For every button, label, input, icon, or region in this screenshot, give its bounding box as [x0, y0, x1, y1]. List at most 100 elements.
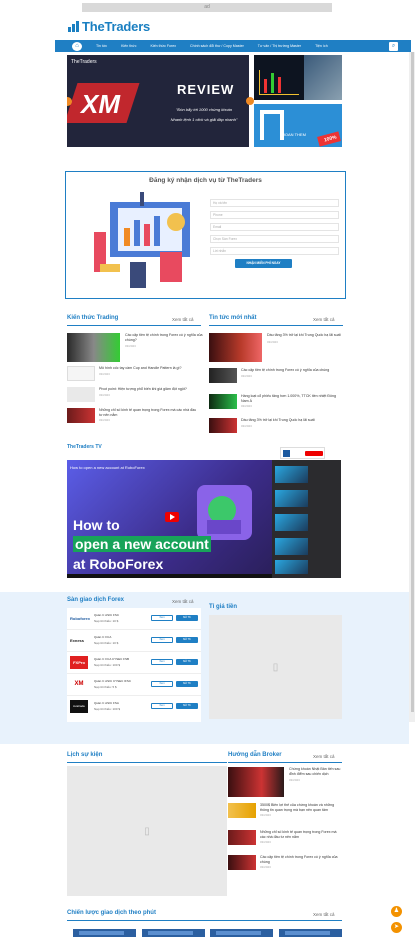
register-form: Đăng ký nhận dịch vụ từ TheTraders Họ và…: [65, 171, 346, 299]
playlist-item[interactable]: [275, 514, 308, 531]
article-title: Chứng khoán Nhật Bản tiến sau đỉnh điểm …: [289, 767, 341, 776]
article-title: Những chỉ số kinh tế quan trọng trong Fo…: [99, 408, 197, 417]
event-calendar-widget[interactable]: ▯: [67, 766, 227, 896]
list-item[interactable]: Các cặp tiền tệ chính trong Forex có ý n…: [228, 855, 342, 870]
article-thumbnail: [228, 830, 256, 845]
video-progress-bar[interactable]: [67, 574, 272, 578]
playlist-item[interactable]: [275, 560, 308, 574]
open-account-button[interactable]: Mở TK: [176, 615, 198, 621]
chat-icon[interactable]: ♟: [391, 906, 402, 917]
knowledge-featured[interactable]: Các cặp tiền tệ chính trong Forex có ý n…: [67, 333, 205, 362]
nav-item-forex-knowledge[interactable]: Kiến thức Forex: [150, 44, 176, 48]
submit-button[interactable]: NHẬN MIỄN PHÍ NGAY: [235, 259, 292, 268]
home-icon[interactable]: ⌂: [72, 41, 82, 51]
side-banner-chart[interactable]: [254, 55, 342, 100]
broker-row[interactable]: FXPro Quản lí: FCA CYSEC FSB Nạp tối thiểu…: [67, 652, 201, 674]
review-button[interactable]: Xem: [151, 615, 173, 621]
banner-quote-1: "Đòn bẩy tới 1000 chứng khoán: [175, 107, 233, 112]
article-date: 03/2023: [99, 392, 110, 397]
page-scrollbar[interactable]: [409, 52, 415, 722]
review-button[interactable]: Xem: [151, 659, 173, 665]
nav-item-tools[interactable]: Tiện ích: [315, 44, 328, 48]
broker-min: Nạp tối thiểu: 10 $: [94, 641, 119, 645]
list-item[interactable]: Pivot point: Hiện tượng phổ biến khi giá…: [67, 387, 197, 402]
list-item[interactable]: 3500$ Biên lợi thế của chứng khoán và nh…: [228, 803, 342, 818]
logo-bars-icon: [68, 21, 79, 32]
playlist-item[interactable]: [275, 466, 308, 483]
article-thumbnail: [209, 394, 237, 409]
broker-row[interactable]: Roboforex Quản lí: ASIC FSC Nạp tối thiểu:…: [67, 608, 201, 630]
list-item[interactable]: Hàng loạt cổ phiếu tăng hơn 1.000%, TTCK…: [209, 394, 339, 409]
tv-title: TheTraders TV: [67, 444, 102, 450]
hero-banner[interactable]: TheTraders XM REVIEW "Đòn bẩy tới 1000 c…: [67, 55, 249, 147]
list-item[interactable]: Những chỉ số kinh tế quan trọng trong Fo…: [228, 830, 342, 845]
article-title: Các cặp tiền tệ chính trong Forex có ý n…: [125, 333, 203, 342]
message-input[interactable]: Lời nhắn: [210, 247, 339, 255]
strategy-see-all[interactable]: Xem tất cả: [313, 912, 335, 917]
article-title: Dầu tăng 3% trở lại khi Trung Quốc hạ lã…: [241, 418, 315, 422]
playlist-item[interactable]: [275, 490, 308, 507]
strategy-card[interactable]: [73, 929, 136, 937]
register-illustration: [94, 192, 190, 288]
open-account-button[interactable]: Mở TK: [176, 681, 198, 687]
open-account-button[interactable]: Mở TK: [176, 659, 198, 665]
search-icon[interactable]: ⌕: [389, 41, 398, 51]
nav-item-news[interactable]: Tin tức: [96, 44, 107, 48]
forex-title: Sàn giao dịch Forex: [67, 597, 125, 603]
phone-input[interactable]: Phone: [210, 211, 339, 219]
article-title: Các cặp tiền tệ chính trong Forex có ý n…: [260, 855, 338, 864]
youtube-subscribe-button[interactable]: [305, 451, 323, 456]
site-logo[interactable]: TheTraders: [68, 19, 150, 34]
nav-item-policy[interactable]: Chính sách đổi thư / Copy Master: [190, 44, 244, 48]
list-item[interactable]: Mô hình cốc tay cầm Cup and Handle Patte…: [67, 366, 197, 381]
guide-featured[interactable]: Chứng khoán Nhật Bản tiến sau đỉnh điểm …: [228, 767, 344, 797]
list-item[interactable]: Những chỉ số kinh tế quan trọng trong Fo…: [67, 408, 197, 423]
news-see-all[interactable]: Xem tất cả: [313, 317, 335, 322]
article-title: Những chỉ số kinh tế quan trọng trong Fo…: [260, 830, 337, 839]
playlist-item[interactable]: [275, 538, 308, 555]
name-input[interactable]: Họ và tên: [210, 199, 339, 207]
article-date: 03/2023: [267, 339, 278, 344]
slider-next-icon[interactable]: [246, 97, 254, 105]
nav-item-market[interactable]: Tư vấn / Thị trường Master: [258, 44, 301, 48]
article-thumbnail: [209, 333, 262, 362]
article-title: Mô hình cốc tay cầm Cup and Handle Patte…: [99, 366, 182, 370]
rates-widget[interactable]: ▯: [209, 615, 342, 719]
open-account-button[interactable]: Mở TK: [176, 637, 198, 643]
broker-min: Nạp tối thiểu: 5 $: [94, 685, 117, 689]
open-account-button[interactable]: Mở TK: [176, 703, 198, 709]
nav-item-knowledge[interactable]: Kiến thức: [121, 44, 136, 48]
telegram-icon[interactable]: ➤: [391, 922, 402, 933]
email-input[interactable]: Email: [210, 223, 339, 231]
knowledge-see-all[interactable]: Xem tất cả: [172, 317, 194, 322]
guide-see-all[interactable]: Xem tất cả: [313, 754, 335, 759]
news-featured[interactable]: Dầu tăng 3% trở lại khi Trung Quốc hạ lã…: [209, 333, 347, 362]
broker-row[interactable]: XM Quản lí: ASIC CYSEC IFSC Nạp tối thiểu:…: [67, 674, 201, 696]
broker-row[interactable]: Exness Quản lí: FCA Nạp tối thiểu: 10 $ Xem…: [67, 630, 201, 652]
play-icon[interactable]: [165, 512, 179, 522]
rates-title: Tỉ giá tiền: [209, 604, 238, 610]
list-item[interactable]: Dầu tăng 3% trở lại khi Trung Quốc hạ lã…: [209, 418, 339, 433]
article-thumbnail: [67, 333, 120, 362]
article-title: Hàng loạt cổ phiếu tăng hơn 1.000%, TTCK…: [241, 394, 336, 403]
review-button[interactable]: Xem: [151, 681, 173, 687]
article-title: Pivot point: Hiện tượng phổ biến khi giá…: [99, 387, 187, 391]
strategy-card[interactable]: [210, 929, 273, 937]
review-button[interactable]: Xem: [151, 703, 173, 709]
broker-logo: Roboforex: [70, 612, 90, 625]
forex-see-all[interactable]: Xem tất cả: [172, 599, 194, 604]
strategy-card[interactable]: [142, 929, 205, 937]
subscribe-widget[interactable]: [280, 447, 325, 459]
broker-select[interactable]: Chọn Sàn Forex: [210, 235, 339, 243]
review-button[interactable]: Xem: [151, 637, 173, 643]
video-player[interactable]: How to open a new account at RoboForex H…: [67, 460, 341, 578]
image-placeholder-icon: ▯: [272, 661, 279, 673]
broker-row[interactable]: Avatrade Quản lí: ASIC FSA Nạp tối thiểu: …: [67, 696, 201, 718]
list-item[interactable]: Các cặp tiền tệ chính trong Forex có ý n…: [209, 368, 339, 383]
broker-table: Roboforex Quản lí: ASIC FSC Nạp tối thiểu:…: [67, 608, 201, 722]
strategy-card[interactable]: [279, 929, 342, 937]
side-banner-promo[interactable]: HOAN THEM 100%: [254, 104, 342, 147]
broker-name: Quản lí: FCA CYSEC FSB: [94, 657, 130, 661]
article-date: 03/2023: [125, 344, 136, 348]
top-ad-banner[interactable]: ad: [82, 3, 332, 12]
